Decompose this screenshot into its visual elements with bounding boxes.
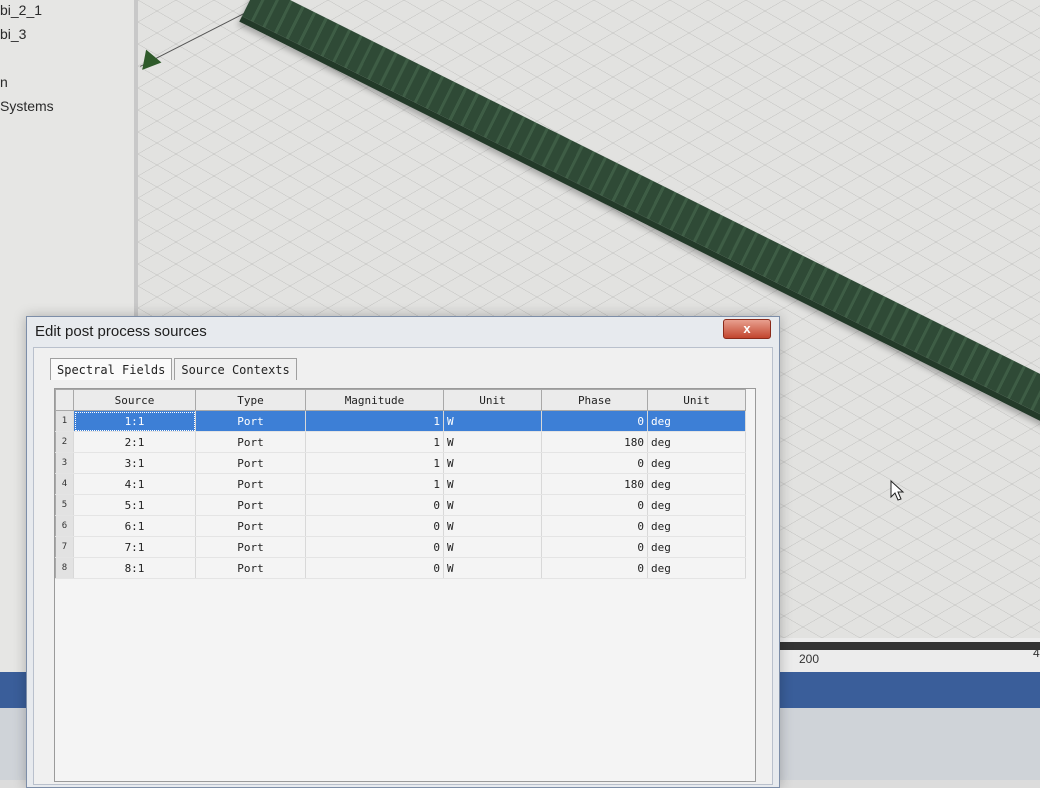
axis-triad-icon	[138, 49, 162, 77]
magnitude-cell[interactable]: 0	[305, 536, 444, 558]
magnitude-cell[interactable]: 1	[305, 452, 444, 474]
close-button[interactable]: x	[723, 319, 771, 339]
phase-cell[interactable]: 0	[541, 515, 648, 537]
type-cell[interactable]: Port	[195, 473, 306, 495]
type-cell[interactable]: Port	[195, 515, 306, 537]
table-row[interactable]: 3 3:1 Port 1 W 0 deg	[55, 452, 746, 474]
type-cell[interactable]: Port	[195, 410, 306, 432]
source-cell[interactable]: 5:1	[73, 494, 196, 516]
row-number-cell: 3	[55, 452, 74, 474]
tab-spectral-fields[interactable]: Spectral Fields	[50, 358, 173, 380]
header-row: Source Type Magnitude Unit Phase Unit	[55, 389, 746, 411]
table-row[interactable]: 1 1:1 Port 1 W 0 deg	[55, 410, 746, 432]
row-number-cell: 8	[55, 557, 74, 579]
unit-cell[interactable]: W	[443, 473, 542, 495]
phase-cell[interactable]: 0	[541, 410, 648, 432]
source-cell[interactable]: 7:1	[73, 536, 196, 558]
column-header-type[interactable]: Type	[195, 389, 306, 411]
type-cell[interactable]: Port	[195, 452, 306, 474]
phase-unit-cell[interactable]: deg	[647, 494, 746, 516]
sources-table: Source Type Magnitude Unit Phase Unit 11…	[55, 389, 746, 579]
magnitude-cell[interactable]: 0	[305, 494, 444, 516]
column-header-phase-unit[interactable]: Unit	[647, 389, 746, 411]
unit-cell[interactable]: W	[443, 452, 542, 474]
source-cell[interactable]: 2:1	[73, 431, 196, 453]
tab-strip: Spectral Fields Source Contexts	[50, 358, 299, 380]
table-row[interactable]: 5 5:1 Port 0 W 0 deg	[55, 494, 746, 516]
row-number-cell: 2	[55, 431, 74, 453]
phase-unit-cell[interactable]: deg	[647, 536, 746, 558]
magnitude-cell[interactable]: 1	[305, 473, 444, 495]
tree-item[interactable]: n	[0, 74, 8, 90]
type-cell[interactable]: Port	[195, 557, 306, 579]
column-header-source[interactable]: Source	[73, 389, 196, 411]
unit-cell[interactable]: W	[443, 536, 542, 558]
phase-cell[interactable]: 0	[541, 557, 648, 579]
column-header-magnitude[interactable]: Magnitude	[305, 389, 444, 411]
phase-cell[interactable]: 0	[541, 536, 648, 558]
ruler-track	[775, 642, 1040, 650]
phase-unit-cell[interactable]: deg	[647, 557, 746, 579]
unit-cell[interactable]: W	[443, 557, 542, 579]
unit-cell[interactable]: W	[443, 410, 542, 432]
phase-cell[interactable]: 180	[541, 473, 648, 495]
scale-ruler: 200 4	[775, 638, 1040, 672]
phase-unit-cell[interactable]: deg	[647, 410, 746, 432]
magnitude-cell[interactable]: 0	[305, 515, 444, 537]
row-number-cell: 7	[55, 536, 74, 558]
type-cell[interactable]: Port	[195, 431, 306, 453]
tree-item[interactable]: Systems	[0, 98, 54, 114]
source-cell[interactable]: 6:1	[73, 515, 196, 537]
row-number-cell: 5	[55, 494, 74, 516]
source-cell[interactable]: 1:1	[73, 410, 196, 432]
edit-sources-dialog: Edit post process sources x Spectral Fie…	[26, 316, 780, 788]
row-number-cell: 4	[55, 473, 74, 495]
corner-cell[interactable]	[55, 389, 74, 411]
phase-cell[interactable]: 0	[541, 452, 648, 474]
row-number-cell: 6	[55, 515, 74, 537]
mouse-cursor-icon	[890, 480, 905, 501]
table-row[interactable]: 8 8:1 Port 0 W 0 deg	[55, 557, 746, 579]
source-cell[interactable]: 4:1	[73, 473, 196, 495]
phase-unit-cell[interactable]: deg	[647, 473, 746, 495]
ruler-tick-label: 200	[799, 652, 820, 666]
source-cell[interactable]: 3:1	[73, 452, 196, 474]
table-row[interactable]: 2 2:1 Port 1 W 180 deg	[55, 431, 746, 453]
magnitude-cell[interactable]: 0	[305, 557, 444, 579]
magnitude-cell[interactable]: 1	[305, 410, 444, 432]
tree-item[interactable]: bi_3	[0, 26, 26, 42]
phase-unit-cell[interactable]: deg	[647, 452, 746, 474]
column-header-unit[interactable]: Unit	[443, 389, 542, 411]
row-number-cell: 1	[55, 410, 74, 432]
sources-grid: Source Type Magnitude Unit Phase Unit 11…	[54, 388, 756, 782]
phase-unit-cell[interactable]: deg	[647, 515, 746, 537]
table-row[interactable]: 6 6:1 Port 0 W 0 deg	[55, 515, 746, 537]
column-header-phase[interactable]: Phase	[541, 389, 648, 411]
magnitude-cell[interactable]: 1	[305, 431, 444, 453]
unit-cell[interactable]: W	[443, 494, 542, 516]
tree-item[interactable]: bi_2_1	[0, 2, 42, 18]
tab-source-contexts[interactable]: Source Contexts	[174, 358, 297, 380]
source-cell[interactable]: 8:1	[73, 557, 196, 579]
phase-cell[interactable]: 0	[541, 494, 648, 516]
phase-cell[interactable]: 180	[541, 431, 648, 453]
unit-cell[interactable]: W	[443, 515, 542, 537]
phase-unit-cell[interactable]: deg	[647, 431, 746, 453]
type-cell[interactable]: Port	[195, 536, 306, 558]
unit-cell[interactable]: W	[443, 431, 542, 453]
ruler-tick-label: 4	[1033, 646, 1040, 660]
dialog-body: Spectral Fields Source Contexts Source T…	[33, 347, 773, 785]
dialog-title: Edit post process sources	[35, 323, 207, 340]
table-row[interactable]: 7 7:1 Port 0 W 0 deg	[55, 536, 746, 558]
type-cell[interactable]: Port	[195, 494, 306, 516]
table-row[interactable]: 4 4:1 Port 1 W 180 deg	[55, 473, 746, 495]
